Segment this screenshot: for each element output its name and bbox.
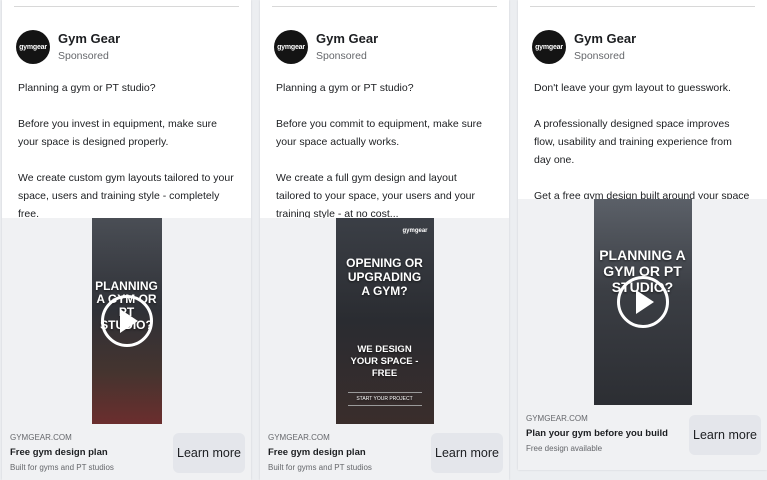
link-headline[interactable]: Free gym design plan <box>268 446 372 460</box>
ad-card-3: gymgear Gym Gear Sponsored Don't leave y… <box>518 0 767 470</box>
page-avatar[interactable]: gymgear <box>274 30 308 64</box>
video-thumbnail[interactable]: PLANNING A GYM OR PT STUDIO? <box>91 218 162 424</box>
creative-subheadline: WE DESIGN YOUR SPACE - FREE <box>350 344 419 379</box>
link-headline[interactable]: Plan your gym before you build <box>526 427 668 441</box>
page-name[interactable]: Gym Gear <box>574 31 636 47</box>
ad-card-1: gymgear Gym Gear Sponsored Planning a gy… <box>2 0 251 480</box>
body-paragraph: Planning a gym or PT studio? <box>18 82 156 94</box>
divider <box>530 6 755 7</box>
sponsored-label: Sponsored <box>316 50 367 62</box>
ad-footer: GYMGEAR.COM Free gym design plan Built f… <box>260 424 509 480</box>
link-domain: GYMGEAR.COM <box>268 433 330 442</box>
creative-headline: OPENING OR UPGRADING A GYM? <box>346 256 423 298</box>
link-domain: GYMGEAR.COM <box>526 414 588 423</box>
ad-media: PLANNING A GYM OR PT STUDIO? <box>518 199 767 405</box>
sponsored-label: Sponsored <box>58 50 109 62</box>
link-domain: GYMGEAR.COM <box>10 433 72 442</box>
play-icon[interactable] <box>616 276 669 328</box>
divider <box>14 6 239 7</box>
body-paragraph: Before you commit to equipment, make sur… <box>276 118 483 148</box>
link-description: Built for gyms and PT studios <box>10 463 114 472</box>
learn-more-button[interactable]: Learn more <box>431 433 503 473</box>
ad-footer: GYMGEAR.COM Free gym design plan Built f… <box>2 424 251 480</box>
divider <box>272 6 497 7</box>
creative-brand-logo: gymgear <box>402 228 428 234</box>
page-avatar[interactable]: gymgear <box>16 30 50 64</box>
sponsored-label: Sponsored <box>574 50 625 62</box>
video-thumbnail[interactable]: PLANNING A GYM OR PT STUDIO? <box>593 199 692 405</box>
learn-more-button[interactable]: Learn more <box>173 433 245 473</box>
ad-footer: GYMGEAR.COM Plan your gym before you bui… <box>518 405 767 470</box>
ad-media: gymgear OPENING OR UPGRADING A GYM? WE D… <box>260 218 509 424</box>
body-paragraph: A professionally designed space improves… <box>534 118 732 166</box>
learn-more-button[interactable]: Learn more <box>689 415 761 455</box>
divider <box>347 405 422 406</box>
play-icon[interactable] <box>100 295 153 347</box>
link-description: Built for gyms and PT studios <box>268 463 372 472</box>
ad-card-2: gymgear Gym Gear Sponsored Planning a gy… <box>260 0 509 480</box>
link-headline[interactable]: Free gym design plan <box>10 446 114 460</box>
page-name[interactable]: Gym Gear <box>58 31 120 47</box>
body-paragraph: Don't leave your gym layout to guesswork… <box>534 82 731 94</box>
ad-header: gymgear Gym Gear Sponsored <box>274 30 378 64</box>
body-paragraph: We create a full gym design and layout t… <box>276 172 476 220</box>
ad-header: gymgear Gym Gear Sponsored <box>532 30 636 64</box>
body-paragraph: Before you invest in equipment, make sur… <box>18 118 218 148</box>
body-paragraph: Planning a gym or PT studio? <box>276 82 414 94</box>
body-paragraph: We create custom gym layouts tailored to… <box>18 172 234 220</box>
page-name[interactable]: Gym Gear <box>316 31 378 47</box>
link-description: Free design available <box>526 444 603 453</box>
divider <box>347 392 422 393</box>
page-avatar[interactable]: gymgear <box>532 30 566 64</box>
ad-body-text: Planning a gym or PT studio? Before you … <box>276 79 493 241</box>
ad-header: gymgear Gym Gear Sponsored <box>16 30 120 64</box>
creative-cta: START YOUR PROJECT <box>356 396 413 402</box>
ad-body-text: Planning a gym or PT studio? Before you … <box>18 79 235 241</box>
ad-creative-image[interactable]: gymgear OPENING OR UPGRADING A GYM? WE D… <box>335 218 434 424</box>
ad-media: PLANNING A GYM OR PT STUDIO? <box>2 218 251 424</box>
